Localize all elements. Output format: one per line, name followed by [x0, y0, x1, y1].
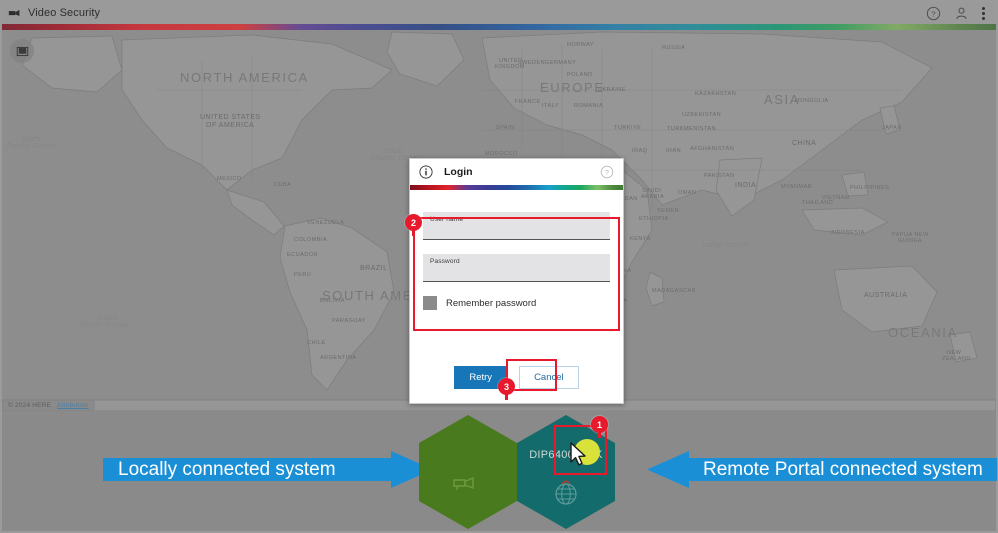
remote-portal-banner: Remote Portal connected system [647, 451, 997, 488]
camera-icon [452, 475, 478, 498]
annotation-badge-3: 3 [498, 378, 515, 400]
svg-text:?: ? [605, 170, 609, 177]
annotation-badge-2: 2 [405, 214, 422, 236]
locally-connected-banner: Locally connected system [103, 451, 433, 488]
mouse-cursor-icon [570, 442, 589, 474]
attribution-copyright: © 2024 HERE [8, 402, 52, 409]
locally-connected-label: Locally connected system [118, 458, 336, 480]
application-window: Video Security ? NORTH AMERICA UNITED ST… [0, 0, 998, 533]
globe-icon [552, 479, 580, 512]
user-account-icon[interactable] [954, 6, 969, 21]
kebab-menu-icon[interactable] [982, 6, 985, 20]
local-system-hexagon[interactable] [416, 413, 520, 531]
attribution-link[interactable]: Attribution [57, 402, 88, 409]
window-title: Video Security [28, 7, 101, 19]
info-circle-icon[interactable] [419, 165, 433, 179]
dialog-header: Login ? [410, 159, 623, 185]
title-bar: Video Security ? [2, 2, 996, 24]
title-bar-actions: ? [926, 6, 990, 21]
help-circle-icon[interactable]: ? [926, 6, 941, 21]
dialog-title: Login [444, 166, 473, 178]
camera-logo-icon [8, 8, 21, 19]
remote-portal-label: Remote Portal connected system [703, 458, 983, 480]
map-attribution: © 2024 HERE Attribution [2, 400, 95, 411]
title-bar-left: Video Security [8, 7, 100, 19]
svg-text:?: ? [931, 9, 935, 18]
annotation-badge-1: 1 [591, 416, 608, 438]
help-circle-icon[interactable]: ? [600, 165, 614, 179]
map-layers-icon[interactable] [10, 39, 34, 63]
highlight-credentials-area [413, 217, 620, 331]
